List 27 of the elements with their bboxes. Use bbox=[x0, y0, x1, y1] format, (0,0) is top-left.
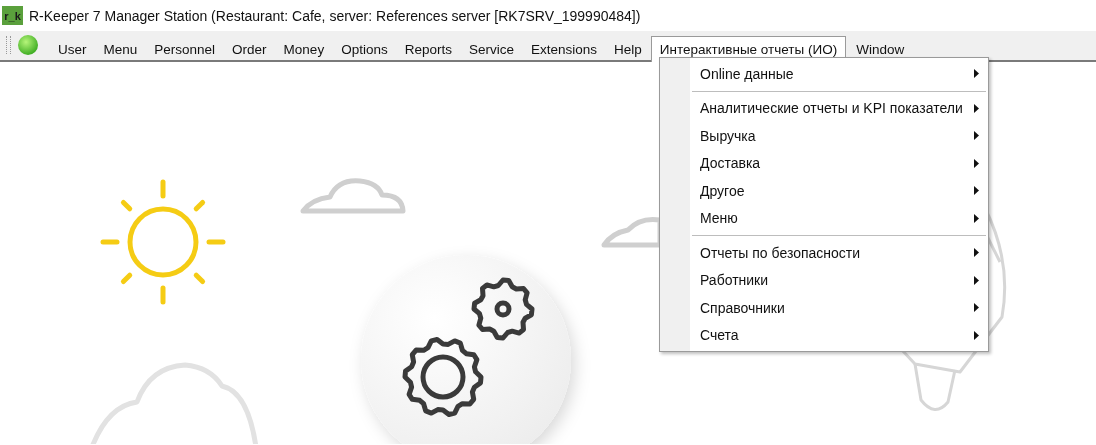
sun-icon bbox=[100, 179, 226, 305]
dropdown-item[interactable]: Online данные bbox=[660, 60, 988, 88]
menu-bar-item[interactable]: Options bbox=[333, 36, 396, 62]
dropdown-item[interactable]: Счета bbox=[660, 321, 988, 349]
dropdown-item[interactable]: Выручка bbox=[660, 122, 988, 150]
app-logo: r_k bbox=[2, 6, 23, 25]
dropdown-item[interactable]: Справочники bbox=[660, 294, 988, 322]
cloud-icon bbox=[89, 362, 259, 444]
gears-icon bbox=[402, 277, 535, 417]
dropdown-item[interactable]: Доставка bbox=[660, 149, 988, 177]
menu-bar-item[interactable]: Menu bbox=[95, 36, 146, 62]
dropdown-item[interactable]: Отчеты по безопасности bbox=[660, 239, 988, 267]
menu-bar-item[interactable]: Help bbox=[606, 36, 650, 62]
menu-bar-item[interactable]: Personnel bbox=[146, 36, 224, 62]
menu-bar-item[interactable]: Order bbox=[224, 36, 275, 62]
menu-bar-item[interactable]: Reports bbox=[396, 36, 460, 62]
window-title: R-Keeper 7 Manager Station (Restaurant: Cafe, server: References server [RK7SRV_199990484]) bbox=[29, 7, 641, 24]
menu-bar-item[interactable]: Money bbox=[275, 36, 333, 62]
dropdown-item[interactable]: Меню bbox=[660, 204, 988, 232]
status-light-icon bbox=[17, 34, 39, 56]
dropdown-item[interactable]: Аналитические отчеты и KPI показатели bbox=[660, 94, 988, 122]
menu-bar-item[interactable]: User bbox=[50, 36, 95, 62]
cloud-icon bbox=[300, 178, 406, 214]
dropdown-item[interactable]: Другое bbox=[660, 177, 988, 205]
menu-bar-item[interactable]: Service bbox=[460, 36, 522, 62]
dropdown-item[interactable]: Работники bbox=[660, 266, 988, 294]
menu-bar-item[interactable]: Extensions bbox=[522, 36, 605, 62]
